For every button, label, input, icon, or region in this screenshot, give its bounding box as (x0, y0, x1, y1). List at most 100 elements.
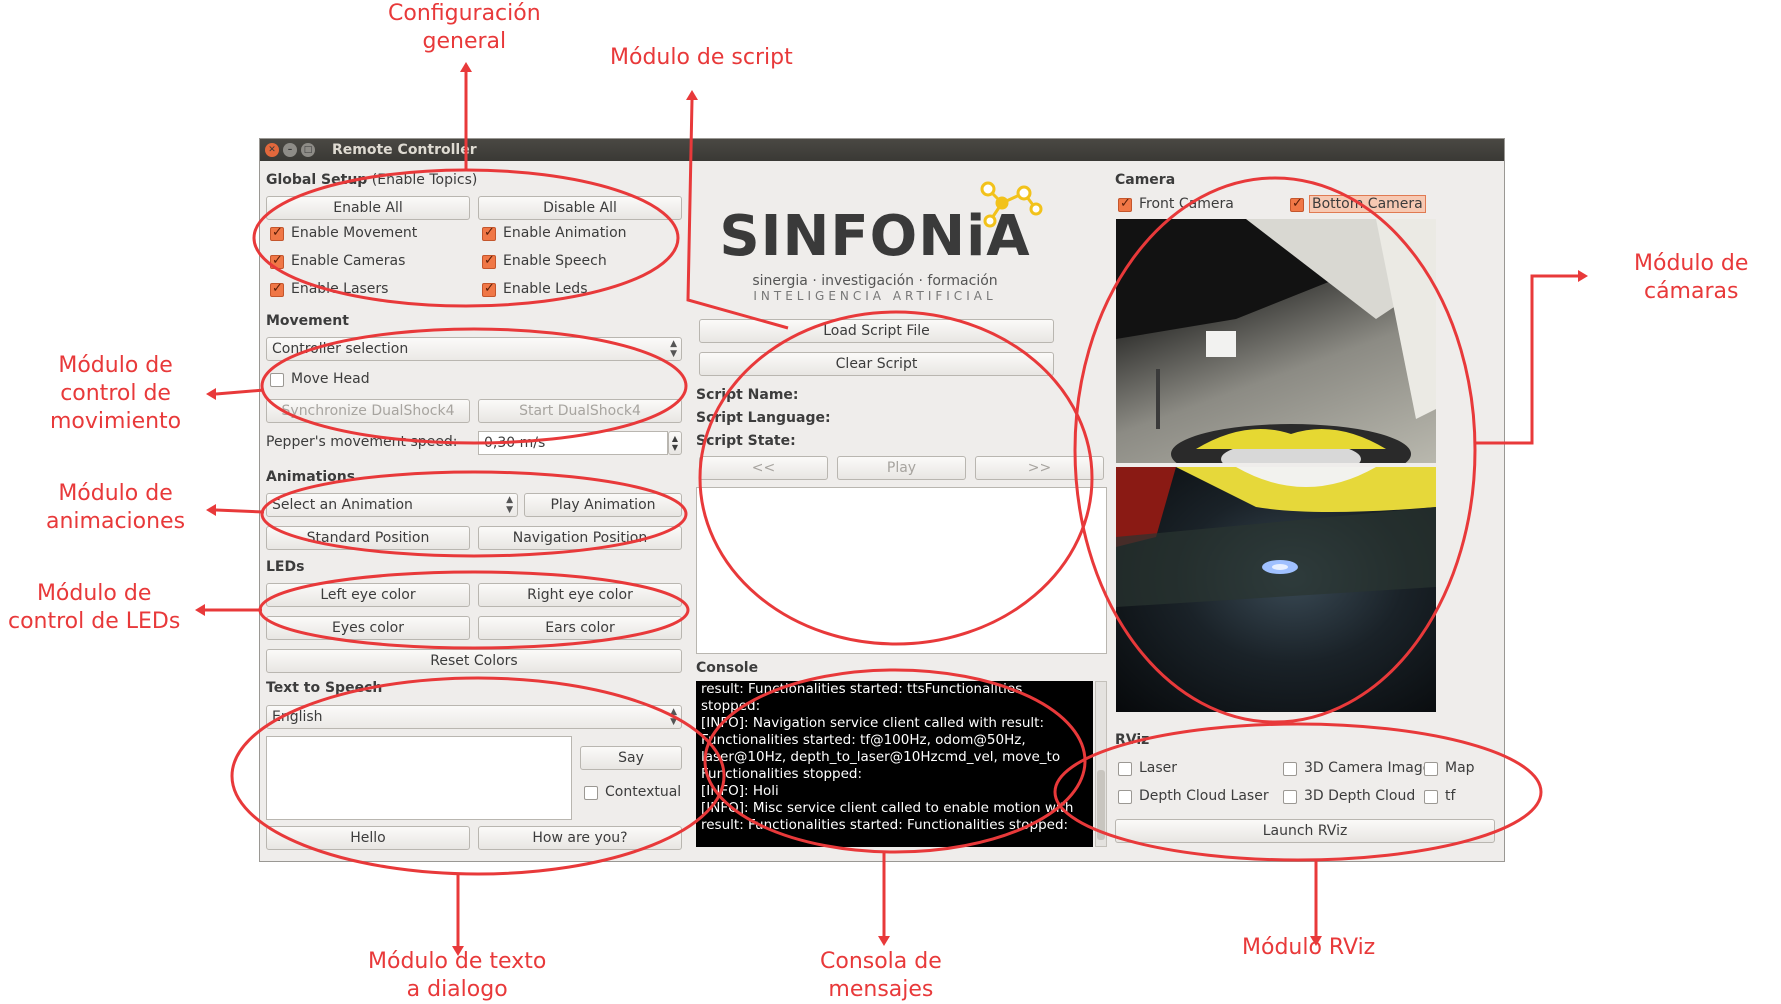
speed-stepper[interactable]: ▲ ▼ (668, 431, 682, 455)
enable-lasers-checkbox[interactable] (270, 281, 284, 297)
clear-script-button[interactable]: Clear Script (699, 352, 1054, 376)
movement-header: Movement (266, 313, 349, 329)
front-camera-image (1116, 219, 1436, 463)
rviz-3d-depth-cloud-checkbox[interactable] (1283, 790, 1297, 804)
close-icon[interactable]: ✕ (265, 143, 279, 157)
sync-dualshock-button[interactable]: Synchronize DualShock4 (266, 399, 470, 423)
updown-arrow-icon: ▲ ▼ (670, 707, 677, 727)
start-dualshock-button[interactable]: Start DualShock4 (478, 399, 682, 423)
rviz-laser-checkbox[interactable] (1118, 762, 1132, 776)
console-scroll-thumb[interactable] (1097, 770, 1105, 840)
rviz-tf-label: tf (1445, 788, 1456, 804)
global-setup-title: Global Setup (266, 172, 368, 188)
load-script-button[interactable]: Load Script File (699, 319, 1054, 343)
script-prev-button[interactable]: << (699, 456, 828, 480)
console-line: [INFO]: Navigation service client called… (701, 715, 1045, 731)
updown-arrow-icon: ▲ ▼ (506, 495, 513, 515)
annotation-line: Módulo de (58, 481, 173, 506)
hello-button[interactable]: Hello (266, 826, 470, 850)
annotation-line: animaciones (46, 509, 186, 534)
window-title: Remote Controller (332, 142, 477, 158)
console-line: Functionalities started: tf@100Hz, odom@… (701, 732, 1026, 748)
annotation-config-general: Configuración general (388, 0, 541, 56)
script-play-button[interactable]: Play (837, 456, 966, 480)
annotation-leds: Módulo de control de LEDs (8, 580, 180, 636)
annotation-rviz: Módulo RViz (1242, 935, 1376, 960)
console-output: result: Functionalities started: ttsFunc… (696, 681, 1093, 847)
rviz-depth-cloud-laser-checkbox[interactable] (1118, 790, 1132, 804)
sinfonia-logo: SINFONiA sinergia · investigación · form… (690, 169, 1060, 301)
disable-all-button[interactable]: Disable All (478, 196, 682, 220)
enable-leds-checkbox[interactable] (482, 281, 496, 297)
arrow-animations-line (215, 508, 265, 514)
enable-speech-checkbox[interactable] (482, 253, 496, 269)
eyes-color-button[interactable]: Eyes color (266, 616, 470, 640)
speech-text-area[interactable] (266, 736, 572, 820)
arrowhead-icon (206, 388, 216, 400)
script-state-label: Script State: (696, 433, 796, 449)
script-language-label: Script Language: (696, 410, 831, 426)
play-animation-button[interactable]: Play Animation (524, 493, 682, 517)
console-line: Functionalities stopped: (701, 766, 863, 782)
global-setup-header: Global Setup (Enable Topics) (266, 172, 477, 188)
annotation-line: Módulo de (36, 581, 152, 606)
enable-movement-label: Enable Movement (291, 225, 418, 241)
rviz-map-checkbox[interactable] (1424, 762, 1438, 776)
rviz-header: RViz (1115, 732, 1150, 748)
standard-position-button[interactable]: Standard Position (266, 526, 470, 550)
say-button[interactable]: Say (580, 746, 682, 770)
move-head-checkbox[interactable] (270, 373, 284, 387)
maximize-icon[interactable]: □ (301, 143, 315, 157)
right-eye-color-button[interactable]: Right eye color (478, 583, 682, 607)
enable-cameras-label: Enable Cameras (291, 253, 406, 269)
enable-all-button[interactable]: Enable All (266, 196, 470, 220)
language-value: English (272, 709, 323, 725)
console-scrollbar[interactable] (1095, 681, 1107, 847)
updown-arrow-icon: ▲ ▼ (670, 339, 677, 359)
front-camera-checkbox[interactable] (1118, 196, 1132, 212)
enable-animation-label: Enable Animation (503, 225, 627, 241)
script-content-area[interactable] (696, 487, 1107, 654)
annotation-line: Módulo de texto (368, 949, 547, 974)
language-combo[interactable]: English ▲ ▼ (266, 705, 682, 729)
bottom-camera-view (1116, 467, 1436, 712)
enable-movement-checkbox[interactable] (270, 225, 284, 241)
arrowhead-icon (460, 62, 472, 72)
left-eye-color-button[interactable]: Left eye color (266, 583, 470, 607)
rviz-laser-label: Laser (1139, 760, 1178, 776)
annotation-line: Consola de (820, 949, 942, 974)
rviz-tf-checkbox[interactable] (1424, 790, 1438, 804)
annotation-line: Configuración (388, 1, 541, 26)
arrow-movement-line (215, 388, 265, 396)
move-head-label: Move Head (291, 371, 370, 387)
bottom-camera-label: Bottom Camera (1309, 195, 1426, 213)
rviz-3d-depth-cloud-label: 3D Depth Cloud (1304, 788, 1416, 804)
bottom-camera-checkbox[interactable] (1290, 196, 1304, 212)
contextual-checkbox[interactable] (584, 786, 598, 800)
enable-cameras-checkbox[interactable] (270, 253, 284, 269)
tts-header: Text to Speech (266, 680, 383, 696)
enable-animation-checkbox[interactable] (482, 225, 496, 241)
rviz-3d-camera-image-checkbox[interactable] (1283, 762, 1297, 776)
front-camera-view (1116, 219, 1436, 463)
rviz-depth-cloud-laser-label: Depth Cloud Laser (1139, 788, 1269, 804)
how-are-you-button[interactable]: How are you? (478, 826, 682, 850)
contextual-label: Contextual (605, 784, 682, 800)
navigation-position-button[interactable]: Navigation Position (478, 526, 682, 550)
animations-header: Animations (266, 469, 356, 485)
speed-spinbox[interactable]: 0,30 m/s (478, 431, 668, 455)
reset-colors-button[interactable]: Reset Colors (266, 649, 682, 673)
annotation-animations: Módulo de animaciones (46, 480, 185, 536)
animation-select-combo[interactable]: Select an Animation ▲ ▼ (266, 493, 518, 517)
launch-rviz-button[interactable]: Launch RViz (1115, 819, 1495, 843)
annotation-line: control de (60, 381, 171, 406)
camera-header: Camera (1115, 172, 1176, 188)
controller-selection-combo[interactable]: Controller selection ▲ ▼ (266, 337, 682, 361)
annotation-movement: Módulo de control de movimiento (50, 352, 181, 436)
ears-color-button[interactable]: Ears color (478, 616, 682, 640)
minimize-icon[interactable]: – (283, 143, 297, 157)
console-line: stopped: (701, 698, 761, 714)
speed-label: Pepper's movement speed: (266, 434, 458, 450)
script-next-button[interactable]: >> (975, 456, 1104, 480)
annotation-line: cámaras (1643, 279, 1739, 304)
